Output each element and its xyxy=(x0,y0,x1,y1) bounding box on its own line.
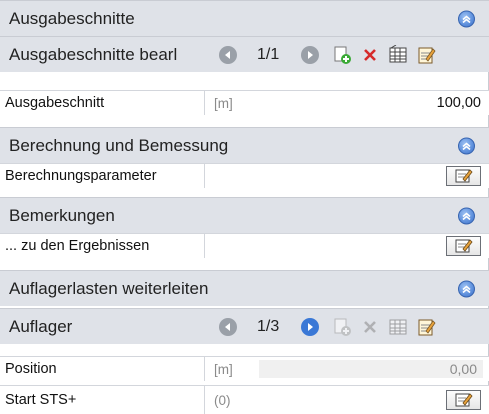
edit-notepad-icon xyxy=(455,393,473,407)
position-value: 0,00 xyxy=(449,361,477,377)
row-position: Position [m] 0,00 xyxy=(0,356,489,381)
edit-button[interactable] xyxy=(446,166,481,186)
row-unit: [m] xyxy=(214,95,233,111)
properties-panel: Ausgabeschnitte Ausgabeschnitte bearl 1/… xyxy=(0,0,489,414)
edit-button[interactable] xyxy=(446,236,481,256)
ausgabeschnitt-value-field[interactable]: 100,00 xyxy=(255,95,489,111)
table-icon[interactable] xyxy=(387,316,409,338)
previous-arrow-icon[interactable] xyxy=(219,317,237,336)
previous-arrow-icon[interactable] xyxy=(219,45,237,64)
nav-counter: 1/3 xyxy=(257,317,280,335)
row-unit: [m] xyxy=(214,361,233,377)
add-document-icon[interactable] xyxy=(331,44,353,66)
row-unit: (0) xyxy=(214,392,231,408)
edit-notepad-icon xyxy=(455,239,473,253)
nav-label: Auflager xyxy=(9,316,73,336)
section-header-berechnung[interactable]: Berechnung und Bemessung xyxy=(0,127,489,163)
row-ausgabeschnitt: Ausgabeschnitt [m] 100,00 xyxy=(0,90,489,115)
section-header-ausgabeschnitte[interactable]: Ausgabeschnitte xyxy=(0,0,489,36)
delete-x-icon[interactable] xyxy=(359,316,381,338)
next-arrow-icon[interactable] xyxy=(301,317,320,336)
row-start-sts: Start STS+ (0) xyxy=(0,385,489,414)
add-document-icon[interactable] xyxy=(331,316,353,338)
section-title: Bemerkungen xyxy=(9,205,115,225)
edit-notepad-icon[interactable] xyxy=(415,44,437,66)
section-title: Auflagerlasten weiterleiten xyxy=(9,278,209,298)
row-berechnungsparameter: Berechnungsparameter xyxy=(0,163,489,188)
collapse-icon[interactable] xyxy=(458,137,475,154)
section-header-auflagerlasten[interactable]: Auflagerlasten weiterleiten xyxy=(0,270,489,306)
position-value-field: 0,00 xyxy=(259,360,483,378)
edit-button[interactable] xyxy=(446,390,481,410)
collapse-icon[interactable] xyxy=(458,10,475,27)
nav-label: Ausgabeschnitte bearl xyxy=(9,44,178,64)
row-label: Ausgabeschnitt xyxy=(0,91,205,115)
nav-counter: 1/1 xyxy=(257,45,280,63)
row-ergebnisse: ... zu den Ergebnissen xyxy=(0,233,489,258)
row-label: ... zu den Ergebnissen xyxy=(0,234,205,258)
section-header-bemerkungen[interactable]: Bemerkungen xyxy=(0,197,489,233)
row-label: Berechnungsparameter xyxy=(0,164,205,188)
next-arrow-icon[interactable] xyxy=(301,45,320,64)
collapse-icon[interactable] xyxy=(458,207,475,224)
ausgabeschnitte-nav-row: Ausgabeschnitte bearl 1/1 xyxy=(0,36,489,72)
edit-notepad-icon[interactable] xyxy=(415,316,437,338)
row-label: Position xyxy=(0,357,205,381)
edit-notepad-icon xyxy=(455,169,473,183)
row-label: Start STS+ xyxy=(0,386,205,414)
table-icon[interactable] xyxy=(387,44,409,66)
section-title: Berechnung und Bemessung xyxy=(9,135,229,155)
auflager-nav-row: Auflager 1/3 xyxy=(0,308,489,344)
section-title: Ausgabeschnitte xyxy=(9,8,135,28)
collapse-icon[interactable] xyxy=(458,280,475,297)
delete-x-icon[interactable] xyxy=(359,44,381,66)
